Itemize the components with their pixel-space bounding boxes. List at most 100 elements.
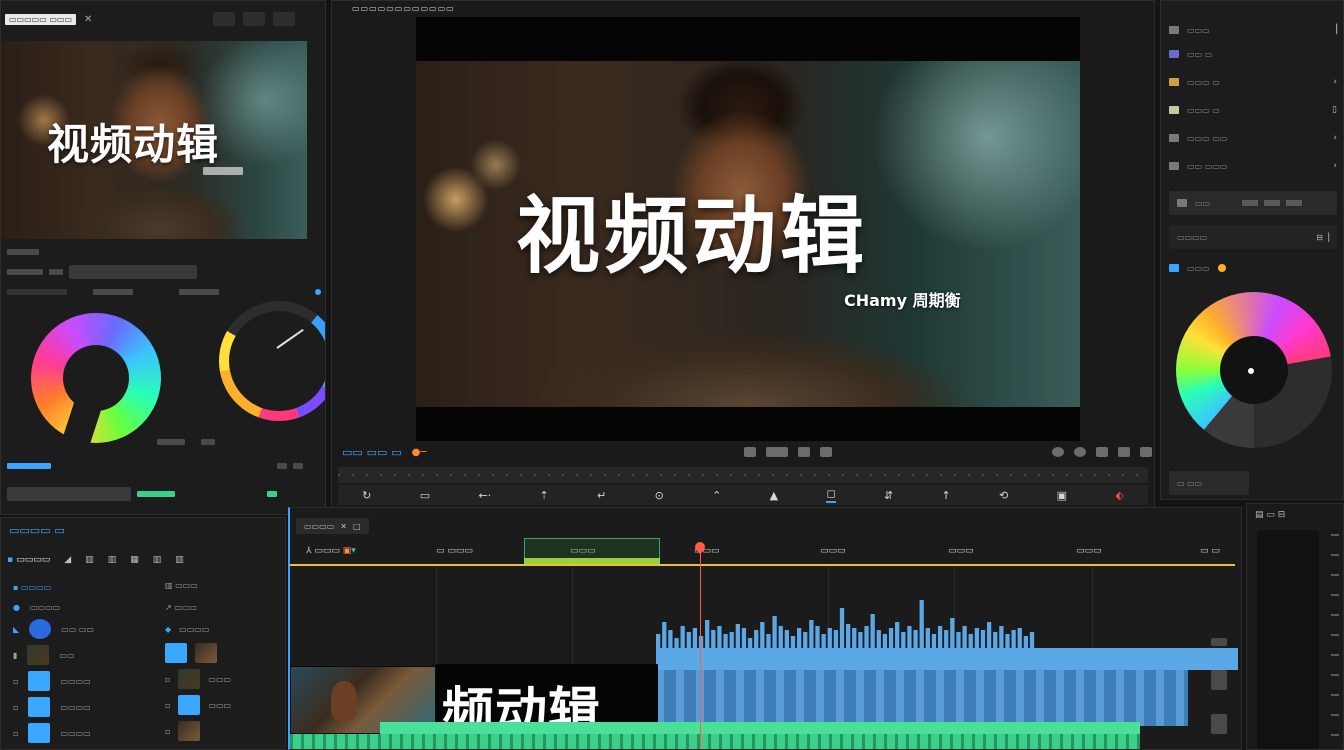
source-tab[interactable]: ▭▭▭▭▭ ▭▭▭	[5, 13, 77, 25]
chevron-right-icon: ›	[1333, 161, 1337, 171]
camera-icon[interactable]: ▣	[1057, 489, 1067, 502]
audio-meter-panel: ▤ ▭ ⊟	[1246, 503, 1344, 750]
color-preset-field[interactable]	[69, 265, 197, 279]
stop-icon[interactable]: ◻	[826, 487, 836, 503]
wheel-color-dot	[1217, 264, 1226, 272]
list-item[interactable]: ◣ ▭▭ ▭▭	[13, 618, 94, 640]
source-view-button[interactable]	[213, 12, 235, 26]
source-subtitle-line	[203, 167, 243, 175]
record-icon[interactable]: ⬖	[1115, 489, 1123, 502]
inspector-row-crop[interactable]: ▭▭ ▭	[1169, 43, 1337, 65]
tab-settings[interactable]: ▥	[175, 555, 184, 565]
source-meter	[137, 491, 175, 497]
list-item[interactable]: ▥ ▭▭▭	[165, 574, 198, 596]
highlights-color-wheel[interactable]	[1176, 292, 1332, 448]
color-controls-row	[1, 265, 203, 279]
source-close-icon[interactable]: ✕	[84, 14, 92, 25]
list-item[interactable]: ▫ ▭▭▭▭	[13, 722, 91, 744]
list-item[interactable]: ● ▭▭▭▭	[13, 596, 60, 618]
levels-label	[7, 463, 51, 469]
track-mute-button[interactable]	[1211, 714, 1227, 734]
list-item[interactable]: ▪ ▭▭▭▭	[13, 576, 51, 598]
inspector-row-transform[interactable]: ▭▭▭ ▕	[1169, 19, 1337, 41]
inspector-row-speed[interactable]: ▭▭▭ ▭ ▯	[1169, 99, 1337, 121]
list-item[interactable]: ▫	[165, 720, 201, 742]
overlay-icon[interactable]	[820, 447, 832, 457]
source-settings-button[interactable]	[273, 12, 295, 26]
meter-header: ▤ ▭ ⊟	[1255, 510, 1286, 520]
list-item[interactable]: ▫ ▭▭▭▭	[13, 696, 91, 718]
lut-dropdown[interactable]	[7, 269, 43, 275]
midtones-color-wheel[interactable]	[219, 301, 325, 421]
list-item[interactable]: ↗ ▭▭▭	[165, 596, 197, 618]
wheel-puck[interactable]	[1248, 368, 1254, 374]
list-item[interactable]: ▮ ▭▭	[13, 644, 75, 666]
tab-audio[interactable]: ▥	[85, 555, 94, 565]
program-subtitle[interactable]: CHamy 周期衡	[844, 287, 961, 311]
lift-icon[interactable]: ↵	[597, 489, 606, 502]
crop-icon	[1169, 50, 1179, 58]
color-wheel-header: ▭▭▭	[1169, 257, 1337, 279]
play-icon[interactable]: ⊙	[655, 489, 664, 502]
list-item[interactable]	[165, 642, 217, 664]
tab-more[interactable]: ▥	[153, 555, 162, 565]
work-area-bar[interactable]	[290, 564, 1235, 566]
audio-clip-2[interactable]	[656, 670, 1188, 726]
extract-icon[interactable]: ⌃	[712, 489, 721, 502]
ripple-icon[interactable]: ⇵	[884, 489, 893, 502]
tab-transitions[interactable]: ▦	[130, 555, 139, 565]
program-caption[interactable]: 视频动辑	[516, 169, 868, 290]
audio-clip-4[interactable]	[290, 734, 1140, 749]
source-safe-area-button[interactable]	[243, 12, 265, 26]
wheel-values-row	[1, 435, 325, 449]
audio-clip-3[interactable]	[380, 722, 1140, 734]
bin-title: ▭▭▭▭ ▭	[9, 524, 65, 537]
source-video-preview[interactable]: 视频动辑	[1, 41, 307, 239]
source-bottom-row	[1, 487, 325, 501]
source-search-field[interactable]	[7, 487, 131, 501]
rotate-icon[interactable]: ⟲	[999, 489, 1008, 502]
audio-clip-1[interactable]	[656, 648, 1238, 670]
tab-titles[interactable]: ▥	[108, 555, 117, 565]
more-icon[interactable]	[1140, 447, 1152, 457]
program-video-preview[interactable]: 视频动辑 CHamy 周期衡	[416, 17, 1080, 441]
link-icon[interactable]	[49, 269, 63, 275]
expand-icon[interactable]: ⊟▕	[1316, 233, 1329, 242]
chevron-right-icon: ▕	[1330, 25, 1337, 35]
step-back-icon[interactable]: ←·	[478, 489, 491, 502]
list-item[interactable]: ▫ ▭▭▭	[165, 694, 231, 716]
loop-icon[interactable]: ↻	[362, 489, 371, 502]
track-toggle-button[interactable]	[1211, 638, 1227, 646]
audio-waveform[interactable]	[656, 592, 1036, 656]
export-frame-icon[interactable]	[1118, 447, 1130, 457]
chevron-right-icon: ›	[1333, 133, 1337, 143]
arrow-up-icon[interactable]: ↑	[941, 489, 950, 502]
fit-icon[interactable]	[744, 447, 756, 457]
split-icon[interactable]	[1096, 447, 1108, 457]
audio-icon[interactable]	[1052, 447, 1064, 457]
fullscreen-icon[interactable]	[1074, 447, 1086, 457]
program-status-dot: ●─	[411, 446, 427, 458]
tab-effects[interactable]: ◢	[64, 555, 71, 565]
chevron-right-icon: ›	[1333, 77, 1337, 87]
program-scrubber[interactable]	[338, 467, 1148, 483]
inspector-reset-bar[interactable]: ▭▭	[1169, 191, 1337, 215]
tab-media[interactable]: ▪ ▭▭▭▭	[7, 555, 50, 565]
list-item[interactable]: ▫ ▭▭▭	[165, 668, 231, 690]
list-item[interactable]: ▫ ▭▭▭▭	[13, 670, 91, 692]
zoom-icon[interactable]	[766, 447, 788, 457]
timeline-panel[interactable]: ▭▭▭▭ ✕ □ ⅄ ▭▭▭ ▣▾ ▭ ▭▭▭ ▭▭▭ ▭▭▭ ▭▭▭ ▭▭▭ ▭▭…	[288, 507, 1242, 750]
timeline-tab[interactable]: ▭▭▭▭ ✕ □	[296, 518, 369, 534]
track-lock-button[interactable]	[1211, 670, 1227, 690]
inspector-row-stabilize[interactable]: ▭▭▭ ▭▭ ›	[1169, 127, 1337, 149]
inspector-row-composite[interactable]: ▭▭▭ ▭ ›	[1169, 71, 1337, 93]
inspector-footer-button[interactable]: ▭ ▭▭	[1169, 471, 1249, 495]
trim-icon[interactable]: ▲	[770, 489, 778, 502]
quality-icon[interactable]	[798, 447, 810, 457]
mark-in-icon[interactable]: ⇡	[539, 489, 548, 502]
inspector-section-bar[interactable]: ▭▭▭▭ ⊟▕	[1169, 225, 1337, 249]
list-item[interactable]: ◆ ▭▭▭▭	[165, 618, 209, 640]
playhead[interactable]	[700, 544, 701, 749]
inspector-row-lens[interactable]: ▭▭ ▭▭▭ ›	[1169, 155, 1337, 177]
mark-clip-icon[interactable]: ▭	[420, 489, 430, 502]
